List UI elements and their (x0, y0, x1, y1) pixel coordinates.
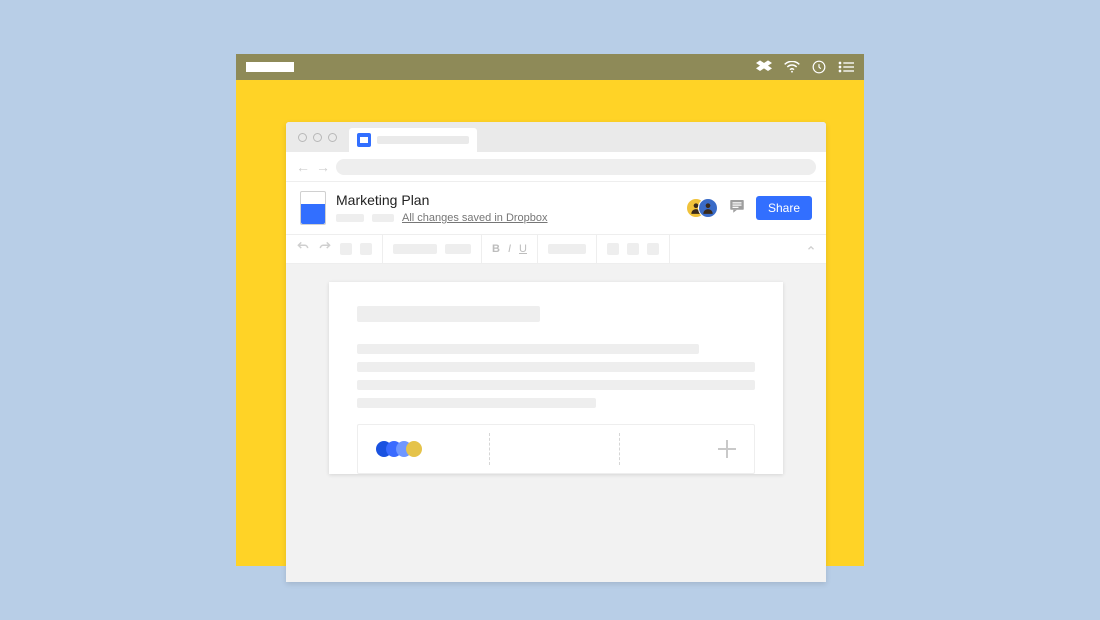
forward-icon[interactable]: → (316, 160, 330, 174)
toolbar-item[interactable] (548, 244, 586, 254)
doc-title[interactable]: Marketing Plan (336, 192, 676, 208)
menu-placeholder[interactable] (336, 214, 364, 222)
comment-icon[interactable] (728, 197, 746, 220)
app-name-placeholder (246, 62, 294, 72)
back-icon[interactable]: ← (296, 160, 310, 174)
menu-placeholder[interactable] (372, 214, 394, 222)
toolbar-item[interactable] (445, 244, 471, 254)
wifi-icon[interactable] (784, 61, 800, 73)
tab-title-placeholder (377, 136, 469, 144)
toolbar-item[interactable] (360, 243, 372, 255)
doc-file-icon (300, 191, 326, 225)
window-minimize-icon[interactable] (313, 133, 322, 142)
color-dots (376, 441, 426, 457)
content-placeholder (357, 380, 755, 390)
clock-icon[interactable] (812, 60, 826, 74)
save-status[interactable]: All changes saved in Dropbox (402, 212, 548, 224)
doc-page[interactable] (329, 282, 783, 474)
doc-canvas (286, 264, 826, 474)
browser-window: ← → Marketing Plan All changes saved in … (286, 122, 826, 582)
redo-icon[interactable] (318, 240, 332, 259)
formatting-toolbar: B I U (286, 234, 826, 264)
underline-button[interactable]: U (519, 244, 527, 255)
os-menubar (236, 54, 864, 80)
window-maximize-icon[interactable] (328, 133, 337, 142)
content-placeholder (357, 306, 540, 322)
content-placeholder (357, 362, 755, 372)
list-icon[interactable] (838, 61, 854, 73)
browser-tab-bar (286, 122, 826, 152)
undo-icon[interactable] (296, 240, 310, 259)
collaborator-avatars[interactable] (686, 198, 718, 218)
doc-header: Marketing Plan All changes saved in Drop… (286, 182, 826, 234)
avatar[interactable] (698, 198, 718, 218)
embedded-object[interactable] (357, 424, 755, 474)
chevron-up-icon[interactable] (806, 240, 816, 258)
toolbar-item[interactable] (647, 243, 659, 255)
toolbar-item[interactable] (393, 244, 437, 254)
toolbar-item[interactable] (340, 243, 352, 255)
window-controls[interactable] (286, 122, 349, 152)
bold-button[interactable]: B (492, 244, 500, 255)
share-button[interactable]: Share (756, 196, 812, 220)
app-frame: ← → Marketing Plan All changes saved in … (236, 54, 864, 566)
italic-button[interactable]: I (508, 244, 511, 255)
add-icon[interactable] (718, 440, 736, 458)
browser-tab[interactable] (349, 128, 477, 152)
doc-tab-icon (357, 133, 371, 147)
browser-nav-bar: ← → (286, 152, 826, 182)
window-close-icon[interactable] (298, 133, 307, 142)
address-bar[interactable] (336, 159, 816, 175)
toolbar-item[interactable] (607, 243, 619, 255)
toolbar-item[interactable] (627, 243, 639, 255)
dropbox-icon[interactable] (756, 60, 772, 74)
content-placeholder (357, 344, 699, 354)
content-placeholder (357, 398, 596, 408)
